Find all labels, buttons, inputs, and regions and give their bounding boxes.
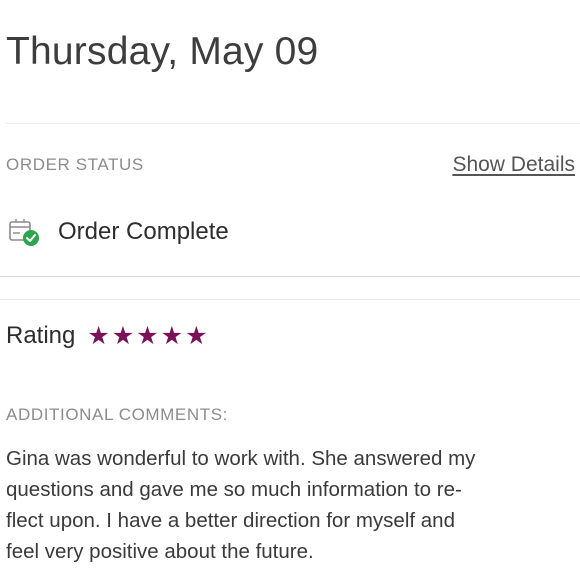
star-icon: ★	[111, 321, 135, 350]
package-check-icon	[8, 216, 42, 248]
order-status-row: Order Complete	[8, 212, 229, 252]
star-icon: ★	[136, 321, 159, 350]
order-status-label: ORDER STATUS	[6, 155, 144, 174]
additional-comments-label: ADDITIONAL COMMENTS:	[6, 405, 228, 424]
page-title-date: Thursday, May 09	[6, 30, 319, 73]
show-details-link[interactable]: Show Details	[452, 153, 575, 177]
comment-line: flect upon. I have a better direction fo…	[6, 509, 455, 532]
rating-stars: ★ ★ ★ ★ ★	[87, 321, 208, 350]
rating-label: Rating	[6, 322, 76, 349]
comment-line: questions and gave me so much informatio…	[6, 478, 462, 501]
rating-row: Rating ★ ★ ★ ★ ★	[6, 318, 207, 354]
star-icon: ★	[160, 321, 184, 350]
comment-line: feel very positive about the future.	[6, 540, 314, 563]
comment-line: Gina was wonderful to work with. She ans…	[6, 447, 476, 470]
section-separator	[0, 276, 580, 300]
star-icon: ★	[87, 321, 110, 350]
order-status-text: Order Complete	[58, 218, 229, 245]
divider	[6, 123, 580, 124]
star-icon: ★	[185, 321, 208, 350]
comment-text: Gina was wonderful to work with. She ans…	[6, 443, 566, 567]
